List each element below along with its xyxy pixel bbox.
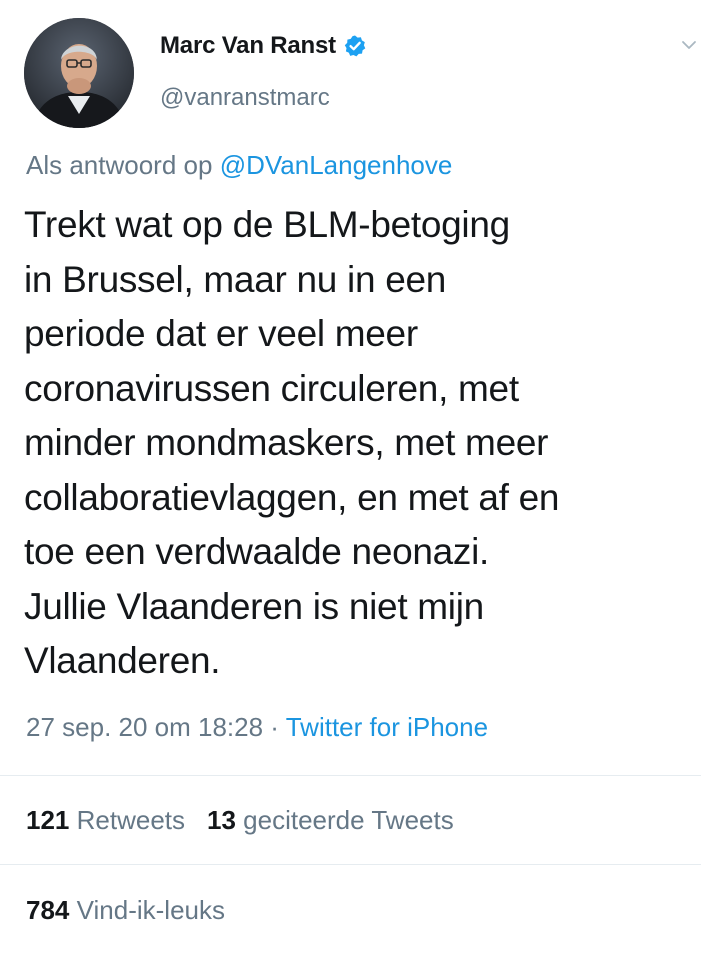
tweet-timestamp[interactable]: 27 sep. 20 om 18:28 [26,712,263,742]
likes-count: 784 [26,895,70,925]
tweet-source-link[interactable]: Twitter for iPhone [286,712,488,742]
quotes-count: 13 [207,805,236,835]
author-handle[interactable]: @vanranstmarc [160,84,330,112]
quotes-label: geciteerde Tweets [243,805,454,835]
retweets-label: Retweets [76,805,186,835]
reply-context: Als antwoord op @DVanLangenhove [26,150,452,181]
retweet-stats-row: 121 Retweets 13 geciteerde Tweets [26,805,454,836]
author-display-name[interactable]: Marc Van Ranst [160,32,336,60]
retweets-count: 121 [26,805,70,835]
divider [0,775,701,776]
meta-separator: · [270,712,279,742]
verified-badge-icon [343,34,367,58]
avatar-image [24,18,134,128]
retweets-stat[interactable]: 121 Retweets [26,805,185,835]
avatar[interactable] [24,18,134,128]
tweet-text: Trekt wat op de BLM-betoging in Brussel,… [24,204,560,681]
tweet-card: Marc Van Ranst @vanranstmarc Als antwoor… [0,0,701,960]
author-name-row[interactable]: Marc Van Ranst [160,28,367,64]
likes-label: Vind-ik-leuks [76,895,225,925]
divider [0,864,701,865]
likes-stats-row: 784 Vind-ik-leuks [26,895,225,926]
tweet-meta: 27 sep. 20 om 18:28 · Twitter for iPhone [26,712,488,743]
reply-mention-link[interactable]: @DVanLangenhove [220,150,453,180]
reply-prefix: Als antwoord op [26,150,213,180]
likes-stat[interactable]: 784 Vind-ik-leuks [26,895,225,925]
chevron-down-icon[interactable] [680,36,698,54]
quotes-stat[interactable]: 13 geciteerde Tweets [207,805,454,835]
